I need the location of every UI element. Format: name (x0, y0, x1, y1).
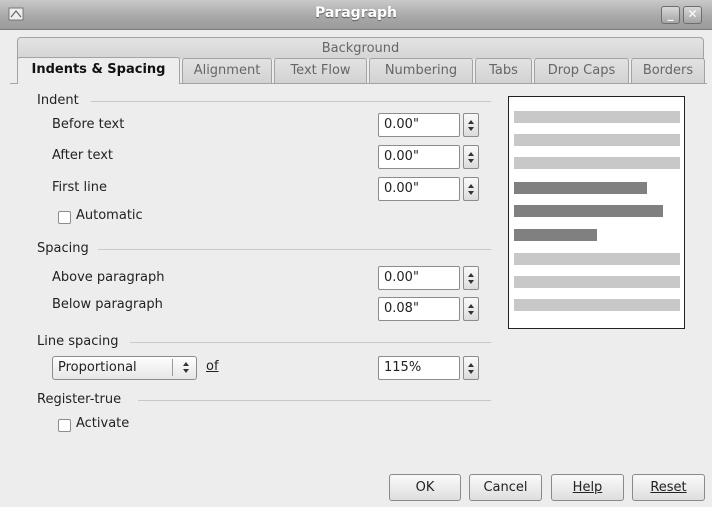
minimize-icon: _ (667, 7, 674, 21)
line-spacing-value-spin[interactable]: 115% (378, 356, 479, 380)
above-paragraph-spin[interactable]: 0.00" (378, 266, 479, 290)
before-text-spin[interactable]: 0.00" (378, 113, 479, 137)
of-label: of (206, 359, 219, 374)
line-spacing-value-field[interactable]: 115% (378, 356, 460, 380)
activate-label[interactable]: Activate (76, 416, 129, 431)
preview-line (514, 299, 680, 311)
preview-line (514, 111, 680, 123)
preview-line-current (514, 205, 663, 217)
preview-line-current (514, 229, 597, 241)
first-line-field[interactable]: 0.00" (378, 177, 460, 201)
tab-numbering[interactable]: Numbering (369, 58, 473, 83)
preview-line (514, 134, 680, 146)
dropdown-divider (172, 359, 173, 376)
above-paragraph-spin-arrows[interactable] (463, 266, 479, 290)
below-paragraph-field[interactable]: 0.08" (378, 297, 460, 321)
after-text-field[interactable]: 0.00" (378, 145, 460, 169)
automatic-label[interactable]: Automatic (76, 208, 143, 223)
paragraph-preview (508, 96, 685, 329)
window-title: Paragraph (314, 5, 398, 21)
preview-line (514, 253, 680, 265)
spacing-separator (98, 249, 491, 250)
line-spacing-dropdown[interactable]: Proportional (52, 356, 197, 380)
tab-bar: Indents & Spacing Alignment Text Flow Nu… (17, 57, 705, 84)
after-text-spin-arrows[interactable] (463, 145, 479, 169)
cancel-button[interactable]: Cancel (469, 474, 542, 501)
tab-alignment[interactable]: Alignment (182, 58, 272, 83)
tab-tabs[interactable]: Tabs (475, 58, 532, 83)
help-label: Help (572, 480, 603, 495)
indent-separator (91, 101, 491, 102)
reset-button[interactable]: Reset (632, 474, 705, 501)
line-spacing-mode[interactable]: Proportional (52, 356, 197, 380)
minimize-button[interactable]: _ (661, 6, 680, 24)
first-line-spin[interactable]: 0.00" (378, 177, 479, 201)
register-true-section-label: Register-true (37, 392, 122, 407)
after-text-spin[interactable]: 0.00" (378, 145, 479, 169)
activate-checkbox[interactable] (58, 419, 71, 432)
register-true-separator (138, 400, 491, 401)
ok-button[interactable]: OK (389, 474, 461, 501)
indent-section-label: Indent (37, 93, 79, 108)
below-paragraph-label: Below paragraph (52, 297, 163, 312)
help-button[interactable]: Help (551, 474, 624, 501)
before-text-spin-arrows[interactable] (463, 113, 479, 137)
line-spacing-spin-arrows[interactable] (463, 356, 479, 380)
tab-drop-caps[interactable]: Drop Caps (534, 58, 629, 83)
preview-line-current (514, 182, 647, 194)
above-paragraph-label: Above paragraph (52, 270, 165, 285)
first-line-spin-arrows[interactable] (463, 177, 479, 201)
tab-indents-spacing[interactable]: Indents & Spacing (17, 57, 180, 84)
below-paragraph-spin[interactable]: 0.08" (378, 297, 479, 321)
spacing-section-label: Spacing (37, 241, 89, 256)
close-button[interactable]: ✕ (683, 6, 702, 24)
close-icon: ✕ (687, 7, 698, 21)
before-text-field[interactable]: 0.00" (378, 113, 460, 137)
after-text-label: After text (52, 148, 114, 163)
first-line-label: First line (52, 180, 107, 195)
preview-line (514, 157, 680, 169)
reset-label: Reset (650, 480, 687, 495)
title-bar: Paragraph _ ✕ (0, 0, 712, 30)
line-spacing-separator (130, 342, 491, 343)
tab-background[interactable]: Background (17, 37, 704, 59)
line-spacing-section-label: Line spacing (37, 334, 119, 349)
dropdown-arrows-icon[interactable] (178, 356, 194, 380)
automatic-checkbox[interactable] (58, 211, 71, 224)
before-text-label: Before text (52, 117, 125, 132)
below-paragraph-spin-arrows[interactable] (463, 297, 479, 321)
tab-borders[interactable]: Borders (631, 58, 705, 83)
tab-text-flow[interactable]: Text Flow (274, 58, 367, 83)
above-paragraph-field[interactable]: 0.00" (378, 266, 460, 290)
preview-line (514, 276, 680, 288)
